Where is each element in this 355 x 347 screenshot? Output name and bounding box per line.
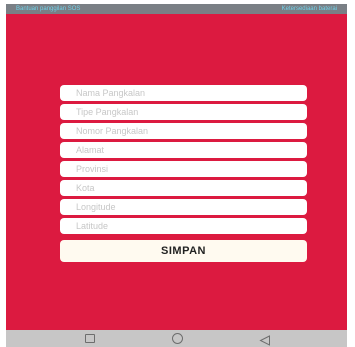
alamat-input[interactable] — [60, 142, 307, 158]
field-kota — [60, 180, 307, 196]
field-nama-pangkalan — [60, 85, 307, 101]
longitude-input[interactable] — [60, 199, 307, 215]
recent-apps-icon[interactable] — [85, 334, 95, 343]
simpan-button[interactable]: SIMPAN — [60, 240, 307, 262]
status-text-right: Ketersediaan baterai — [281, 6, 337, 12]
back-icon[interactable] — [259, 333, 271, 346]
field-nomor-pangkalan — [60, 123, 307, 139]
app-screen: Bantuan panggilan SOS Ketersediaan bater… — [6, 4, 347, 347]
pangkalan-form: SIMPAN — [60, 85, 307, 262]
navigation-bar — [6, 330, 347, 347]
status-bar: Bantuan panggilan SOS Ketersediaan bater… — [6, 4, 347, 14]
status-text-left: Bantuan panggilan SOS — [16, 6, 81, 12]
field-latitude — [60, 218, 307, 234]
latitude-input[interactable] — [60, 218, 307, 234]
field-longitude — [60, 199, 307, 215]
home-icon[interactable] — [172, 333, 183, 344]
nomor-pangkalan-input[interactable] — [60, 123, 307, 139]
nama-pangkalan-input[interactable] — [60, 85, 307, 101]
tipe-pangkalan-input[interactable] — [60, 104, 307, 120]
provinsi-input[interactable] — [60, 161, 307, 177]
field-tipe-pangkalan — [60, 104, 307, 120]
field-alamat — [60, 142, 307, 158]
field-provinsi — [60, 161, 307, 177]
kota-input[interactable] — [60, 180, 307, 196]
